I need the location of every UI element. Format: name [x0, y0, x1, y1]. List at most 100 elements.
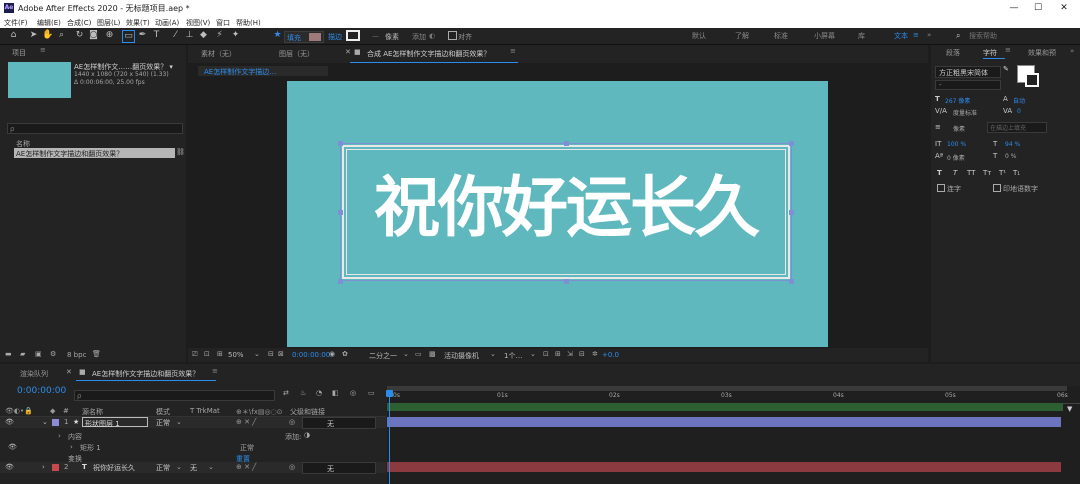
- home-icon[interactable]: ⌂: [8, 30, 19, 41]
- faux-italic-button[interactable]: T: [953, 169, 957, 177]
- handle-top-mid[interactable]: [564, 141, 569, 146]
- tab-footage[interactable]: 素材（无）: [201, 49, 236, 59]
- comp-mini-flowchart-icon[interactable]: ⇄: [283, 389, 289, 397]
- lock-icon[interactable]: ■: [354, 48, 361, 56]
- exposure-value[interactable]: +0.0: [602, 351, 619, 359]
- draft-3d-icon[interactable]: ♨: [300, 389, 306, 397]
- av-switches-icon[interactable]: 👁◐•🔒: [5, 407, 33, 415]
- bpc-label[interactable]: 8 bpc: [67, 351, 86, 359]
- minimize-button[interactable]: —: [1005, 1, 1023, 15]
- menu-help[interactable]: 帮助(H): [236, 18, 261, 28]
- pixel-aspect-icon[interactable]: ⊞: [555, 350, 561, 358]
- tab-composition[interactable]: 合成 AE怎样制作文字描边和翻页效果？: [367, 49, 490, 59]
- playhead-handle[interactable]: [386, 390, 393, 397]
- stroke-width-field[interactable]: 像素: [953, 124, 965, 133]
- menu-layer[interactable]: 图层(L): [97, 18, 120, 28]
- rect-mode[interactable]: 正常: [240, 443, 254, 453]
- tab-render-queue[interactable]: 渲染队列: [20, 369, 48, 379]
- tab-layer[interactable]: 图层（无）: [279, 49, 314, 59]
- layer-1-track-bar[interactable]: [387, 417, 1061, 427]
- layer-2-expand-icon[interactable]: ›: [42, 463, 45, 471]
- menu-file[interactable]: 文件(F): [4, 18, 28, 28]
- tab-effects-presets[interactable]: 效果和预: [1028, 48, 1056, 58]
- contents-expand-icon[interactable]: ›: [58, 432, 61, 440]
- comp-canvas[interactable]: 祝你好运长久: [287, 81, 828, 347]
- workspace-standard[interactable]: 标准: [774, 31, 788, 41]
- handle-bottom-mid[interactable]: [564, 279, 569, 284]
- menu-animation[interactable]: 动画(A): [155, 18, 179, 28]
- puppet-tool-icon[interactable]: ✦: [230, 30, 241, 41]
- zoom-tool-icon[interactable]: ⌕: [56, 30, 67, 41]
- superscript-button[interactable]: T¹: [999, 169, 1006, 177]
- brush-tool-icon[interactable]: ⁄: [170, 30, 181, 41]
- playhead[interactable]: [389, 390, 390, 484]
- workspace-small-screen[interactable]: 小屏幕: [814, 31, 835, 41]
- rectangle-tool-icon[interactable]: ▭: [122, 30, 135, 43]
- add-label[interactable]: 添加: [412, 32, 426, 42]
- tracking-value[interactable]: 0: [1017, 108, 1021, 115]
- layer-2-mode-chevron-icon[interactable]: ⌄: [176, 463, 182, 471]
- layer-1-color-label[interactable]: [52, 419, 59, 426]
- layer-2-pickwhip-icon[interactable]: ◎: [289, 463, 295, 471]
- font-size-value[interactable]: 267 像素: [945, 96, 970, 105]
- type-tool-icon[interactable]: T: [151, 30, 162, 41]
- menu-window[interactable]: 窗口: [216, 18, 230, 28]
- layer-1-expand-icon[interactable]: ⌄: [42, 418, 48, 426]
- handle-top-left[interactable]: [338, 141, 343, 146]
- project-search-input[interactable]: [7, 123, 183, 134]
- tab-paragraph[interactable]: 段落: [946, 48, 960, 58]
- help-search-input[interactable]: [966, 30, 1072, 41]
- layer-2-visibility-icon[interactable]: 👁: [5, 463, 14, 471]
- handle-mid-right[interactable]: [789, 210, 794, 215]
- region-icon[interactable]: ⊠: [278, 350, 284, 358]
- hand-tool-icon[interactable]: ✋: [42, 30, 53, 41]
- layer-1-switches-icon[interactable]: ⊕ ✕ ╱: [236, 418, 256, 426]
- selection-tool-icon[interactable]: ➤: [28, 30, 39, 41]
- chevron-right-icon[interactable]: »: [927, 31, 931, 39]
- layer-row-2[interactable]: 👁 › 2 T 祝你好运长久 正常 ⌄ 无 ⌄ ⊕ ✕ ╱ ◎ 无: [0, 462, 386, 474]
- dash-icon[interactable]: —: [372, 32, 379, 40]
- end-marker-icon[interactable]: ▼: [1067, 405, 1072, 413]
- transparency-grid-icon[interactable]: ▩: [429, 350, 436, 358]
- fill-control[interactable]: 填充: [284, 31, 324, 43]
- layer-2-name[interactable]: 祝你好运长久: [93, 463, 135, 473]
- baseline-value[interactable]: 0 像素: [947, 153, 965, 162]
- layer-1-name-field[interactable]: 形状图层 1: [82, 417, 148, 428]
- resolution-chevron-icon[interactable]: ⌄: [403, 350, 409, 358]
- workspace-default[interactable]: 默认: [692, 31, 706, 41]
- faux-bold-button[interactable]: T: [937, 169, 942, 177]
- mode-header[interactable]: 模式: [156, 407, 170, 417]
- workspace-text[interactable]: 文本: [894, 31, 908, 41]
- fit-icon[interactable]: ⊟: [268, 350, 274, 358]
- exposure-icon[interactable]: ✲: [592, 350, 598, 358]
- font-style-select[interactable]: -: [935, 80, 1001, 90]
- motion-blur-icon[interactable]: ◎: [350, 389, 356, 397]
- handle-mid-left[interactable]: [338, 210, 343, 215]
- layer-2-trkmat[interactable]: 无: [190, 463, 197, 473]
- stroke-swatch[interactable]: [346, 30, 360, 41]
- stroke-mode-select[interactable]: 在描边上填充: [987, 122, 1047, 133]
- stroke-label[interactable]: 描边: [328, 32, 342, 42]
- roi-icon[interactable]: ▭: [415, 350, 422, 358]
- timeline-timecode[interactable]: 0:00:00:00: [17, 386, 66, 396]
- grid-icon[interactable]: ⊞: [217, 350, 223, 358]
- add-icon[interactable]: ◐: [429, 32, 435, 40]
- all-caps-button[interactable]: TT: [967, 169, 975, 177]
- timeline-icon[interactable]: ⊟: [579, 350, 585, 358]
- leading-value[interactable]: 自动: [1013, 96, 1025, 105]
- rect-visibility-icon[interactable]: 👁: [8, 443, 17, 451]
- layer-2-parent-select[interactable]: 无: [302, 462, 376, 474]
- monitor-icon[interactable]: ⎚: [192, 350, 198, 359]
- canvas-text[interactable]: 祝你好运长久: [351, 168, 781, 248]
- tab-character[interactable]: 字符: [983, 48, 997, 58]
- new-comp-icon[interactable]: ▣: [35, 350, 42, 358]
- layer-row-1[interactable]: 👁 ⌄ 1 ★ 形状图层 1 正常 ⌄ ⊕ ✕ ╱ ◎ 无: [0, 417, 386, 429]
- project-row[interactable]: AE怎样制作文字描边和翻页效果？: [14, 148, 175, 158]
- handle-bottom-right[interactable]: [789, 279, 794, 284]
- camera-chevron-icon[interactable]: ⌄: [490, 350, 496, 358]
- tab-timeline-comp[interactable]: AE怎样制作文字描边和翻页效果？: [92, 369, 199, 379]
- hscale-value[interactable]: 94 %: [1005, 141, 1020, 148]
- views-select[interactable]: 1个…: [504, 351, 522, 361]
- layer-1-pickwhip-icon[interactable]: ◎: [289, 418, 295, 426]
- star-icon[interactable]: ★: [272, 30, 283, 41]
